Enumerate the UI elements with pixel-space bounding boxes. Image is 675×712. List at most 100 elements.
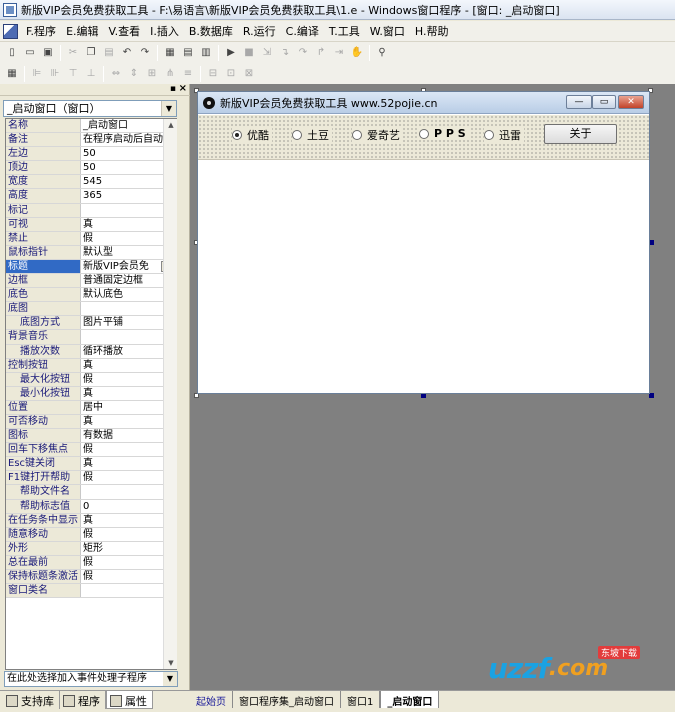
property-row[interactable]: 备注 在程序启动后自动 xyxy=(6,133,176,148)
step-into-icon[interactable]: ↴ xyxy=(277,45,293,61)
property-value[interactable]: 545 xyxy=(81,175,176,188)
property-row[interactable]: 可视真 xyxy=(6,217,176,232)
property-row[interactable]: 宽度 545 xyxy=(6,175,176,190)
document-icon[interactable] xyxy=(3,23,18,39)
tab-startup-window[interactable]: _启动窗口 xyxy=(380,691,440,708)
scroll-down-icon[interactable]: ▼ xyxy=(164,657,178,669)
property-row[interactable]: 帮助标志值 0 xyxy=(6,499,176,514)
property-value[interactable]: 365 xyxy=(81,189,176,202)
run-icon[interactable]: ▶ xyxy=(223,45,239,61)
property-row[interactable]: 顶边 50 xyxy=(6,161,176,176)
pin-icon[interactable]: ▪ xyxy=(170,84,176,94)
radio-tudou[interactable]: 土豆 xyxy=(292,127,332,143)
property-value[interactable]: 真 xyxy=(81,514,176,527)
property-row[interactable]: 背景音乐 xyxy=(6,330,176,345)
property-row[interactable]: 回车下移焦点假 xyxy=(6,443,176,458)
property-row[interactable]: F1键打开帮助假 xyxy=(6,471,176,486)
close-icon[interactable]: ✕ xyxy=(618,95,644,109)
property-row[interactable]: 外形 矩形 xyxy=(6,541,176,556)
step-over-icon[interactable]: ↷ xyxy=(295,45,311,61)
property-row[interactable]: 图标 有数据 xyxy=(6,429,176,444)
property-value[interactable]: 50 xyxy=(81,161,176,174)
property-value[interactable]: 假 xyxy=(81,556,176,569)
center-h-icon[interactable]: ⊟ xyxy=(205,66,221,82)
property-row[interactable]: 随意移动假 xyxy=(6,527,176,542)
property-row[interactable]: 保持标题条激活假 xyxy=(6,570,176,585)
property-value[interactable]: 真 xyxy=(81,457,176,470)
same-size-icon[interactable]: ⊞ xyxy=(144,66,160,82)
about-button[interactable]: 关于 xyxy=(544,124,617,144)
step-icon[interactable]: ⇲ xyxy=(259,45,275,61)
property-row[interactable]: 最小化按钮真 xyxy=(6,386,176,401)
property-row[interactable]: 底图方式 图片平铺 xyxy=(6,316,176,331)
tab-program[interactable]: 程序 xyxy=(60,691,106,709)
menu-window[interactable]: W.窗口 xyxy=(365,23,410,39)
new-file-icon[interactable]: ▯ xyxy=(4,45,20,61)
radio-xunlei[interactable]: 迅雷 xyxy=(484,127,524,143)
radio-iqiyi[interactable]: 爱奇艺 xyxy=(352,127,403,143)
property-row[interactable]: 标题新版VIP会员免… xyxy=(6,259,176,275)
property-row[interactable]: 窗口类名 xyxy=(6,584,176,599)
hand-icon[interactable]: ✋ xyxy=(349,45,365,61)
radio-youku[interactable]: 优酷 xyxy=(232,127,272,143)
property-value[interactable] xyxy=(81,485,176,498)
event-selector[interactable]: 在此处选择加入事件处理子程序 ▼ xyxy=(4,671,178,687)
cut-icon[interactable]: ✂ xyxy=(65,45,81,61)
layout-icon[interactable]: ▦ xyxy=(162,45,178,61)
align-left-icon[interactable]: ⊫ xyxy=(29,66,45,82)
property-row[interactable]: 底色 默认底色 xyxy=(6,288,176,303)
undo-icon[interactable]: ↶ xyxy=(119,45,135,61)
chevron-down-icon[interactable]: ▼ xyxy=(161,101,176,116)
menu-edit[interactable]: E.编辑 xyxy=(61,23,103,39)
property-row[interactable]: Esc键关闭真 xyxy=(6,457,176,472)
same-height-icon[interactable]: ⇕ xyxy=(126,66,142,82)
property-value[interactable]: 50 xyxy=(81,147,176,160)
property-value[interactable]: 假 xyxy=(81,570,176,583)
property-value[interactable]: 默认底色 xyxy=(81,288,176,301)
property-row[interactable]: 播放次数 循环播放 xyxy=(6,344,176,359)
designed-form[interactable]: 新版VIP会员免费获取工具 www.52pojie.cn — ▭ ✕ 优酷 土豆… xyxy=(197,91,650,394)
property-value[interactable]: 真 xyxy=(81,387,176,400)
tab-properties[interactable]: 属性 xyxy=(106,691,153,709)
property-row[interactable]: 名称 _启动窗口 xyxy=(6,119,176,134)
property-row[interactable]: 边框 普通固定边框 xyxy=(6,274,176,289)
property-row[interactable]: 在任务条中显示真 xyxy=(6,513,176,528)
align-top-icon[interactable]: ⊤ xyxy=(65,66,81,82)
property-row[interactable]: 控制按钮真 xyxy=(6,358,176,373)
window-split-icon[interactable]: ▥ xyxy=(198,45,214,61)
property-row[interactable]: 可否移动真 xyxy=(6,414,176,430)
property-row[interactable]: 总在最前假 xyxy=(6,555,176,570)
property-value[interactable]: 假 xyxy=(81,232,176,245)
h-spacing-icon[interactable]: ⋔ xyxy=(162,66,178,82)
tab-support-library[interactable]: 支持库 xyxy=(3,691,60,709)
menu-tools[interactable]: T.工具 xyxy=(324,23,365,39)
paste-icon[interactable]: ▤ xyxy=(101,45,117,61)
property-value[interactable]: 矩形 xyxy=(81,542,176,555)
menu-help[interactable]: H.帮助 xyxy=(410,23,454,39)
find-icon[interactable]: ⚲ xyxy=(374,45,390,61)
grid-icon[interactable]: ▦ xyxy=(4,66,20,82)
menu-insert[interactable]: I.插入 xyxy=(145,23,184,39)
property-value[interactable]: 有数据 xyxy=(81,429,176,442)
tab-window-assembly[interactable]: 窗口程序集_启动窗口 xyxy=(233,691,341,708)
property-value[interactable]: 假 xyxy=(81,471,176,484)
property-value[interactable]: 假 xyxy=(81,373,176,386)
property-row[interactable]: 底图 xyxy=(6,302,176,317)
radio-pps[interactable]: P P S xyxy=(419,127,469,140)
same-width-icon[interactable]: ⇔ xyxy=(108,66,124,82)
step-out-icon[interactable]: ↱ xyxy=(313,45,329,61)
tab-window1[interactable]: 窗口1 xyxy=(341,691,381,708)
center-v-icon[interactable]: ⊡ xyxy=(223,66,239,82)
open-folder-icon[interactable]: ▭ xyxy=(22,45,38,61)
maximize-icon[interactable]: ▭ xyxy=(592,95,616,109)
copy-icon[interactable]: ❐ xyxy=(83,45,99,61)
property-value[interactable] xyxy=(81,330,176,343)
property-value[interactable]: 假 xyxy=(81,528,176,541)
save-icon[interactable]: ▣ xyxy=(40,45,56,61)
property-row[interactable]: 位置 居中 xyxy=(6,400,176,415)
property-value[interactable] xyxy=(81,204,176,217)
scroll-up-icon[interactable]: ▲ xyxy=(164,119,178,131)
menu-compile[interactable]: C.编译 xyxy=(281,23,324,39)
property-value[interactable]: 假 xyxy=(81,443,176,456)
property-value[interactable]: 在程序启动后自动 xyxy=(81,133,176,146)
